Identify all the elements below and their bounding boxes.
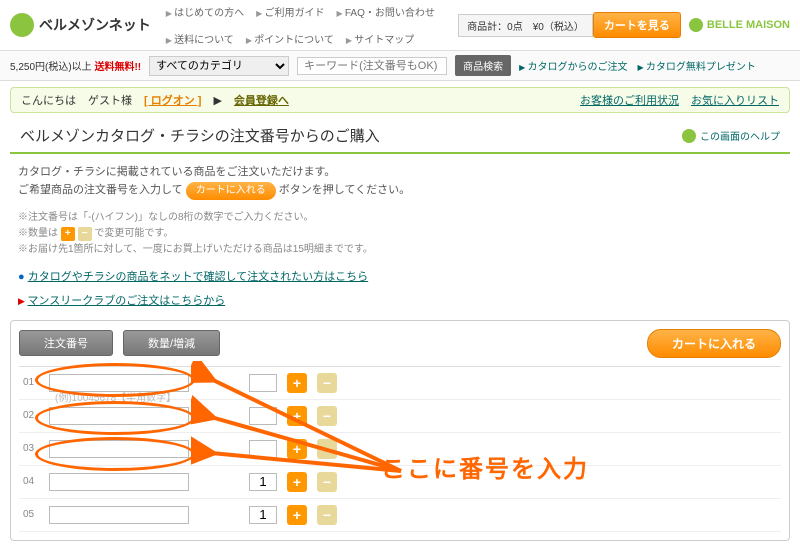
order-number-input[interactable] bbox=[49, 407, 189, 425]
table-row: 02 +− bbox=[19, 400, 781, 433]
col-quantity[interactable]: 数量/増減 bbox=[123, 330, 220, 356]
quantity-input[interactable] bbox=[249, 440, 277, 458]
nav-faq[interactable]: FAQ・お問い合わせ bbox=[336, 4, 434, 19]
quantity-input[interactable] bbox=[249, 374, 277, 392]
table-row: 04 +− bbox=[19, 466, 781, 499]
quantity-input[interactable] bbox=[249, 473, 277, 491]
brand-icon bbox=[689, 18, 703, 32]
logo-text: ベルメゾンネット bbox=[39, 15, 151, 35]
col-order-number[interactable]: 注文番号 bbox=[19, 330, 113, 356]
order-number-input[interactable] bbox=[49, 473, 189, 491]
page-help-link[interactable]: この画面のヘルプ bbox=[682, 128, 780, 143]
cart-summary: 商品計：0点 ¥0（税込） bbox=[458, 14, 593, 37]
qty-plus-button[interactable]: + bbox=[287, 439, 307, 459]
search-button[interactable]: 商品検索 bbox=[455, 55, 511, 76]
qty-minus-button[interactable]: − bbox=[317, 439, 337, 459]
order-number-input[interactable] bbox=[49, 440, 189, 458]
page-title: ベルメゾンカタログ・チラシの注文番号からのご購入 bbox=[20, 125, 380, 146]
help-icon bbox=[682, 129, 696, 143]
qty-minus-button[interactable]: − bbox=[317, 472, 337, 492]
register-link[interactable]: 会員登録へ bbox=[234, 92, 289, 108]
qty-plus-button[interactable]: + bbox=[287, 373, 307, 393]
row-number: 04 bbox=[23, 476, 39, 487]
table-row: 05 +− bbox=[19, 499, 781, 532]
row-number: 02 bbox=[23, 410, 39, 421]
nav-sitemap[interactable]: サイトマップ bbox=[346, 31, 414, 46]
top-nav: はじめての方へ ご利用ガイド FAQ・お問い合わせ 送料について ポイントについ… bbox=[166, 4, 458, 46]
brand: BELLE MAISON bbox=[689, 18, 790, 32]
monthly-club-link[interactable]: マンスリークラブのご注文はこちらから bbox=[27, 295, 225, 307]
order-number-input[interactable] bbox=[49, 506, 189, 524]
favorites-link[interactable]: お気に入りリスト bbox=[691, 92, 779, 108]
table-row: 03 +− bbox=[19, 433, 781, 466]
login-link[interactable]: [ ログオン ] bbox=[144, 92, 201, 108]
order-panel: 注文番号 数量/増減 カートに入れる 01+−02+−03+−04+−05+− … bbox=[10, 320, 790, 541]
nav-points[interactable]: ポイントについて bbox=[246, 31, 334, 46]
qty-minus-button[interactable]: − bbox=[317, 406, 337, 426]
search-input[interactable] bbox=[297, 57, 447, 75]
nav-first-time[interactable]: はじめての方へ bbox=[166, 4, 244, 19]
category-select[interactable]: すべてのカテゴリ bbox=[149, 56, 289, 76]
catalog-free-link[interactable]: カタログ無料プレゼント bbox=[638, 58, 756, 73]
intro-text: カタログ・チラシに掲載されている商品をご注文いただけます。 ご希望商品の注文番号… bbox=[0, 154, 800, 210]
catalog-links: カタログからのご注文 カタログ無料プレゼント bbox=[519, 58, 756, 73]
greeting-guest: ゲスト様 bbox=[88, 92, 132, 108]
shipping-note: 5,250円(税込)以上 送料無料!! bbox=[10, 58, 141, 73]
add-to-cart-button[interactable]: カートに入れる bbox=[647, 329, 781, 358]
plus-icon: + bbox=[61, 227, 75, 241]
notes: ※注文番号は「-(ハイフン)」なしの8桁の数字でご入力ください。 ※数量は + … bbox=[0, 210, 800, 264]
greeting-hello: こんにちは bbox=[21, 92, 76, 108]
row-number: 05 bbox=[23, 509, 39, 520]
qty-plus-button[interactable]: + bbox=[287, 505, 307, 525]
view-cart-button[interactable]: カートを見る bbox=[593, 12, 681, 38]
nav-shipping[interactable]: 送料について bbox=[166, 31, 234, 46]
logo-icon bbox=[10, 13, 34, 37]
qty-minus-button[interactable]: − bbox=[317, 505, 337, 525]
catalog-order-link[interactable]: カタログからのご注文 bbox=[519, 58, 627, 73]
usage-link[interactable]: お客様のご利用状況 bbox=[580, 92, 679, 108]
catalog-confirm-link[interactable]: カタログやチラシの商品をネットで確認して注文されたい方はこちら bbox=[28, 271, 368, 283]
input-example: (例)10045678【半角数字】 bbox=[55, 389, 176, 404]
quantity-input[interactable] bbox=[249, 407, 277, 425]
qty-minus-button[interactable]: − bbox=[317, 373, 337, 393]
minus-icon: − bbox=[78, 227, 92, 241]
logo[interactable]: ベルメゾンネット bbox=[10, 13, 151, 37]
qty-plus-button[interactable]: + bbox=[287, 472, 307, 492]
cart-pill-inline: カートに入れる bbox=[186, 182, 276, 200]
row-number: 01 bbox=[23, 377, 39, 388]
greeting-bar: こんにちは ゲスト様 [ ログオン ] ▶ 会員登録へ お客様のご利用状況 お気… bbox=[10, 87, 790, 113]
nav-guide[interactable]: ご利用ガイド bbox=[256, 4, 324, 19]
row-number: 03 bbox=[23, 443, 39, 454]
quantity-input[interactable] bbox=[249, 506, 277, 524]
qty-plus-button[interactable]: + bbox=[287, 406, 307, 426]
